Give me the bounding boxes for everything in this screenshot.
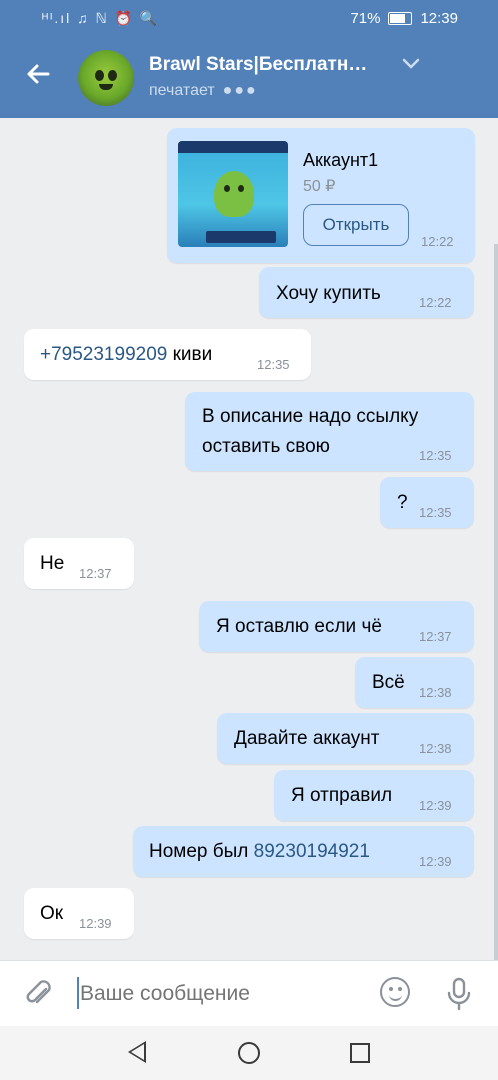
text-cursor [77,977,79,1009]
message-text: Номер был 89230194921 [149,841,370,863]
status-time: 12:39 [420,10,458,27]
game-bottombar [206,231,276,243]
scrollbar[interactable] [494,244,498,960]
status-right: 71% 12:39 [350,10,458,27]
phone-link[interactable]: 89230194921 [254,841,370,862]
typing-status: печатает [149,82,215,99]
message-time: 12:37 [419,629,452,644]
message-time: 12:37 [79,566,112,581]
message-bubble[interactable]: Ок 12:39 [24,888,134,939]
product-title: Аккаунт1 [303,150,379,170]
message-text: ? [397,492,408,513]
status-bar: ᴴᴵ.ıl ♫ ℕ ⏰ 🔍 71% 12:39 [0,0,498,40]
typing-dots: ●●● [222,82,258,99]
system-navigation-bar [0,1026,498,1080]
message-text: Я отправил [291,785,393,806]
message-text-rest: киви [167,344,213,365]
message-time: 12:35 [419,505,452,520]
message-time: 12:38 [419,741,452,756]
game-character [214,171,254,217]
message-time: 12:35 [257,357,290,372]
chat-header: Brawl Stars|Бесплатн… печатает ●●● [0,40,498,118]
nav-home-icon[interactable] [238,1042,260,1064]
battery-icon [388,12,413,25]
message-text: Я оставлю если чё [216,616,382,637]
message-text: Всё [372,672,405,693]
message-time: 12:22 [419,295,452,310]
message-text-line1: В описание надо ссылку [202,406,419,427]
message-time: 12:35 [419,448,452,463]
status-icons: ᴴᴵ.ıl ♫ ℕ ⏰ 🔍 [42,10,160,26]
message-bubble[interactable]: Не 12:37 [24,538,134,589]
message-bubble[interactable]: Давайте аккаунт 12:38 [217,713,474,764]
emoji-icon[interactable] [380,977,410,1007]
product-price: 50 ₽ [303,178,336,195]
message-time: 12:39 [79,916,112,931]
message-bubble[interactable]: Хочу купить 12:22 [259,267,474,318]
chevron-down-icon[interactable] [402,54,420,75]
message-bubble[interactable]: Номер был 89230194921 12:39 [133,826,474,877]
battery-percent: 71% [350,10,381,27]
message-text: Ок [40,903,64,924]
message-text-line2: оставить свою [202,436,330,457]
chat-title[interactable]: Brawl Stars|Бесплатн… [149,54,387,76]
message-text: Давайте аккаунт [234,728,380,749]
message-text-start: Номер был [149,841,254,862]
message-time: 12:39 [419,854,452,869]
back-arrow-icon[interactable] [24,60,52,97]
microphone-icon[interactable] [446,977,472,1011]
chat-status: печатает ●●● [149,82,258,100]
game-topbar [178,141,288,153]
message-bubble[interactable]: Я отправил 12:39 [274,770,474,821]
avatar-eye [95,70,104,81]
message-bubble[interactable]: ? 12:35 [380,477,474,528]
message-bubble[interactable]: В описание надо ссылку оставить свою 12:… [185,392,474,471]
message-text: Хочу купить [276,283,381,304]
message-text: Не [40,553,65,574]
avatar-eye [108,70,117,81]
message-bubble[interactable]: Я оставлю если чё 12:37 [199,601,474,652]
message-time: 12:39 [419,798,452,813]
chat-avatar[interactable] [78,50,134,106]
paperclip-icon[interactable] [24,977,54,1018]
message-bubble[interactable]: Всё 12:38 [355,657,474,708]
phone-link[interactable]: +79523199209 [40,344,167,365]
message-time: 12:22 [421,234,454,249]
composer-bar [0,960,498,1026]
open-product-button[interactable]: Открыть [303,204,409,246]
message-input[interactable] [80,979,360,1009]
message-time: 12:38 [419,685,452,700]
message-bubble[interactable]: +79523199209 киви 12:35 [24,329,311,380]
avatar-mouth [99,84,113,90]
message-text: +79523199209 киви [40,344,212,366]
nav-recents-icon[interactable] [350,1043,370,1063]
product-image[interactable] [178,141,288,247]
nav-back-icon[interactable] [128,1041,146,1063]
